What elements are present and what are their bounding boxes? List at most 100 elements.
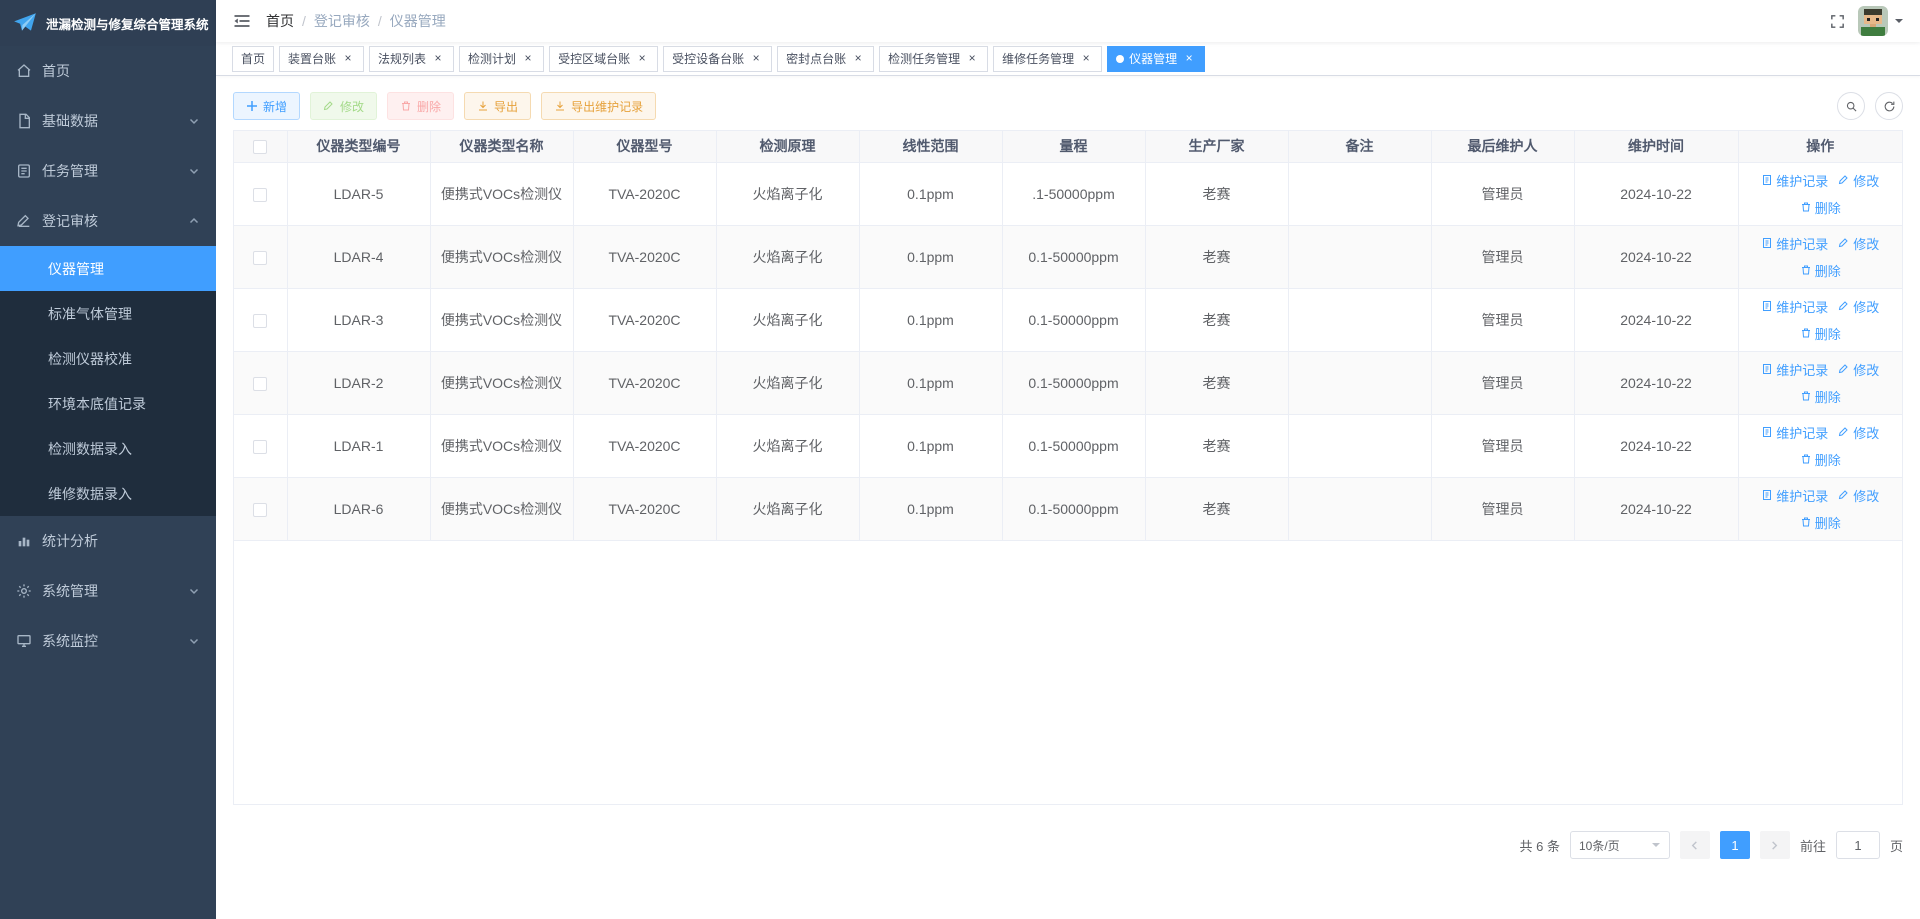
- row-edit-link[interactable]: 修改: [1838, 423, 1879, 442]
- cell-principle: 火焰离子化: [716, 288, 860, 352]
- tag-seal-point-ledger[interactable]: 密封点台账 ×: [777, 45, 875, 72]
- close-icon[interactable]: ×: [431, 51, 445, 66]
- cell-range: 0.1-50000ppm: [1002, 225, 1146, 289]
- cell-manufacturer: 老赛: [1145, 477, 1289, 541]
- sidebar-item-label: 系统管理: [42, 583, 98, 599]
- sidebar-item-label: 基础数据: [42, 113, 98, 129]
- breadcrumb-home[interactable]: 首页: [266, 11, 294, 31]
- tag-device-ledger[interactable]: 装置台账 ×: [279, 45, 365, 72]
- cell-type-name: 便携式VOCs检测仪: [430, 225, 574, 289]
- export-maintenance-button[interactable]: 导出维护记录: [541, 92, 657, 120]
- edit-button[interactable]: 修改: [310, 92, 378, 120]
- sidebar-item-system-mgmt[interactable]: 系统管理: [0, 566, 216, 616]
- row-checkbox[interactable]: [253, 313, 268, 328]
- close-icon[interactable]: ×: [635, 51, 649, 66]
- cell-maintain-time: 2024-10-22: [1574, 288, 1739, 352]
- trash-icon: [402, 101, 411, 111]
- row-delete-link[interactable]: 删除: [1800, 450, 1841, 469]
- search-toggle-button[interactable]: [1837, 92, 1865, 120]
- row-checkbox[interactable]: [253, 502, 268, 517]
- tag-detection-plan[interactable]: 检测计划 ×: [459, 45, 545, 72]
- close-icon[interactable]: ×: [1079, 51, 1093, 66]
- cell-manufacturer: 老赛: [1145, 414, 1289, 478]
- refresh-icon: [1884, 101, 1894, 111]
- sidebar-item-maintenance-data-entry[interactable]: 维修数据录入: [0, 471, 216, 516]
- link-label: 维护记录: [1776, 236, 1829, 252]
- sidebar-collapse-icon[interactable]: [232, 11, 252, 31]
- sidebar-item-detection-data-entry[interactable]: 检测数据录入: [0, 426, 216, 471]
- page-size-select[interactable]: 10条/页: [1569, 831, 1670, 859]
- tag-repair-task-mgmt[interactable]: 维修任务管理 ×: [993, 45, 1103, 72]
- table-row[interactable]: LDAR-5 便携式VOCs检测仪 TVA-2020C 火焰离子化 0.1ppm…: [234, 162, 1902, 226]
- close-icon[interactable]: ×: [341, 51, 355, 66]
- sidebar-item-instrument-mgmt[interactable]: 仪器管理: [0, 246, 216, 291]
- table-row[interactable]: LDAR-3 便携式VOCs检测仪 TVA-2020C 火焰离子化 0.1ppm…: [234, 288, 1902, 352]
- row-delete-link[interactable]: 删除: [1800, 324, 1841, 343]
- maintenance-record-link[interactable]: 维护记录: [1761, 171, 1828, 190]
- cell-code: LDAR-4: [287, 225, 431, 289]
- user-menu[interactable]: [1858, 6, 1904, 36]
- cell-range: 0.1-50000ppm: [1002, 351, 1146, 415]
- row-edit-link[interactable]: 修改: [1838, 234, 1879, 253]
- maintenance-record-link[interactable]: 维护记录: [1761, 423, 1828, 442]
- tag-regulation-list[interactable]: 法规列表 ×: [369, 45, 455, 72]
- table-row[interactable]: LDAR-6 便携式VOCs检测仪 TVA-2020C 火焰离子化 0.1ppm…: [234, 477, 1902, 541]
- tag-controlled-area-ledger[interactable]: 受控区域台账 ×: [549, 45, 659, 72]
- app-logo[interactable]: 泄漏检测与修复综合管理系统: [0, 0, 216, 46]
- sidebar-item-register-audit[interactable]: 登记审核: [0, 196, 216, 246]
- maintenance-record-link[interactable]: 维护记录: [1761, 297, 1828, 316]
- cell-remark: [1288, 225, 1432, 289]
- refresh-button[interactable]: [1875, 92, 1903, 120]
- fullscreen-icon[interactable]: [1829, 13, 1846, 30]
- sidebar-item-env-baseline[interactable]: 环境本底值记录: [0, 381, 216, 426]
- cell-maintainer: 管理员: [1431, 162, 1575, 226]
- row-checkbox[interactable]: [253, 439, 268, 454]
- page-number-1[interactable]: 1: [1719, 831, 1750, 859]
- next-page-button[interactable]: [1759, 831, 1790, 859]
- sidebar-item-statistics[interactable]: 统计分析: [0, 516, 216, 566]
- goto-page-input[interactable]: [1835, 831, 1880, 859]
- table-row[interactable]: LDAR-4 便携式VOCs检测仪 TVA-2020C 火焰离子化 0.1ppm…: [234, 225, 1902, 289]
- table-row[interactable]: LDAR-2 便携式VOCs检测仪 TVA-2020C 火焰离子化 0.1ppm…: [234, 351, 1902, 415]
- close-icon[interactable]: ×: [749, 51, 763, 66]
- row-delete-link[interactable]: 删除: [1800, 513, 1841, 532]
- sidebar-item-standard-gas[interactable]: 标准气体管理: [0, 291, 216, 336]
- row-edit-link[interactable]: 修改: [1838, 360, 1879, 379]
- select-all-checkbox[interactable]: [253, 140, 268, 155]
- row-edit-link[interactable]: 修改: [1838, 171, 1879, 190]
- row-checkbox[interactable]: [253, 376, 268, 391]
- download-icon: [479, 101, 488, 111]
- row-delete-link[interactable]: 删除: [1800, 198, 1841, 217]
- row-delete-link[interactable]: 删除: [1800, 387, 1841, 406]
- tag-instrument-mgmt[interactable]: 仪器管理 ×: [1107, 45, 1206, 72]
- close-icon[interactable]: ×: [851, 51, 865, 66]
- tag-detection-task-mgmt[interactable]: 检测任务管理 ×: [879, 45, 989, 72]
- row-delete-link[interactable]: 删除: [1800, 261, 1841, 280]
- sidebar-item-base-data[interactable]: 基础数据: [0, 96, 216, 146]
- row-edit-link[interactable]: 修改: [1838, 486, 1879, 505]
- row-edit-link[interactable]: 修改: [1838, 297, 1879, 316]
- prev-page-button[interactable]: [1679, 831, 1710, 859]
- record-icon: [1763, 301, 1772, 311]
- tag-controlled-device-ledger[interactable]: 受控设备台账 ×: [663, 45, 773, 72]
- row-checkbox[interactable]: [253, 250, 268, 265]
- table-row[interactable]: LDAR-1 便携式VOCs检测仪 TVA-2020C 火焰离子化 0.1ppm…: [234, 414, 1902, 478]
- sidebar-item-instrument-calibration[interactable]: 检测仪器校准: [0, 336, 216, 381]
- add-button[interactable]: 新增: [233, 92, 301, 120]
- maintenance-record-link[interactable]: 维护记录: [1761, 486, 1828, 505]
- maintenance-record-link[interactable]: 维护记录: [1761, 234, 1828, 253]
- close-icon[interactable]: ×: [965, 51, 979, 66]
- cell-actions: 维护记录 修改 删除: [1738, 351, 1902, 415]
- sidebar-item-home[interactable]: 首页: [0, 46, 216, 96]
- sidebar-item-system-monitor[interactable]: 系统监控: [0, 616, 216, 666]
- export-button[interactable]: 导出: [464, 92, 532, 120]
- close-icon[interactable]: ×: [1182, 51, 1196, 66]
- sidebar-item-task-mgmt[interactable]: 任务管理: [0, 146, 216, 196]
- edit-icon: [1839, 427, 1848, 437]
- close-icon[interactable]: ×: [521, 51, 535, 66]
- chevron-down-icon: [188, 635, 200, 647]
- tag-home[interactable]: 首页: [232, 45, 275, 72]
- row-checkbox[interactable]: [253, 187, 268, 202]
- delete-button[interactable]: 删除: [387, 92, 455, 120]
- maintenance-record-link[interactable]: 维护记录: [1761, 360, 1828, 379]
